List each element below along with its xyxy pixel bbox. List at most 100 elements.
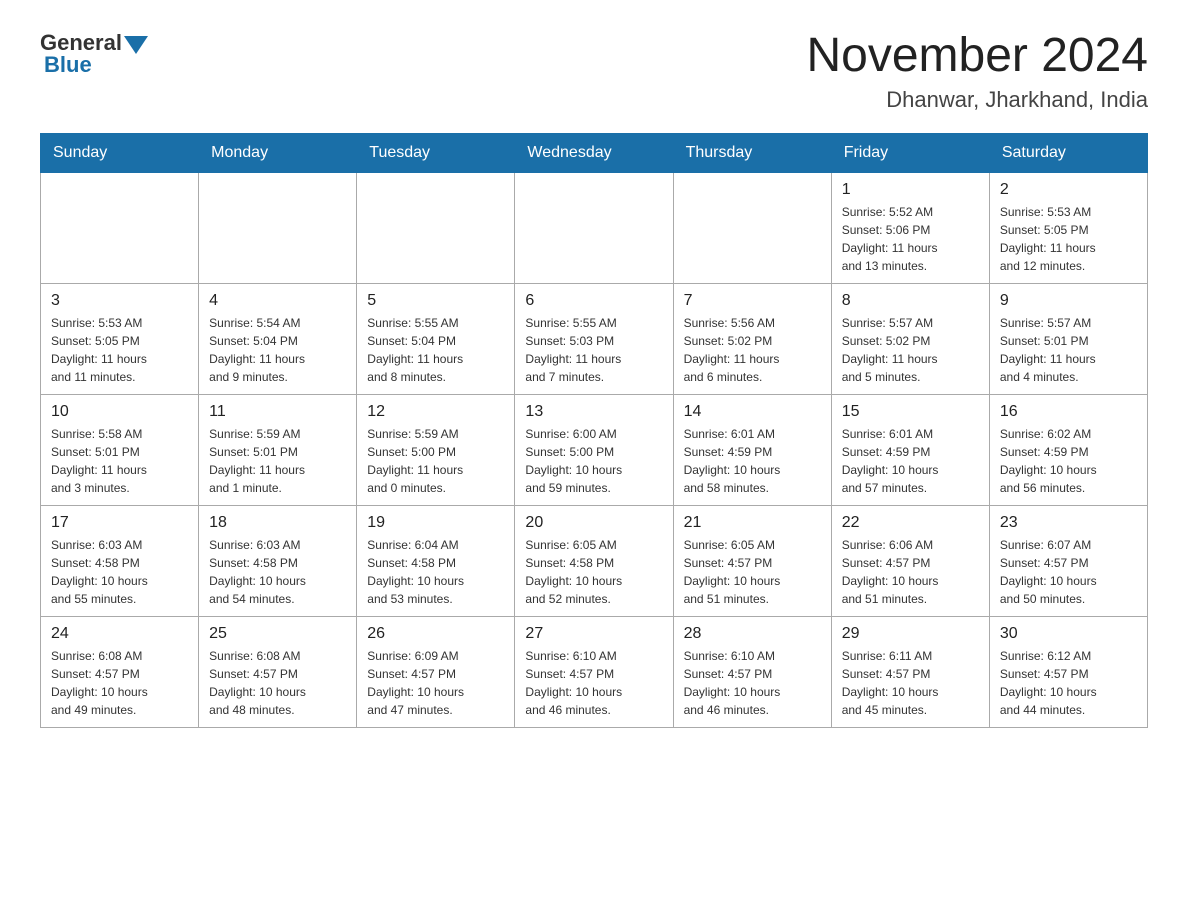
day-info: Sunrise: 6:06 AM Sunset: 4:57 PM Dayligh… <box>842 536 979 608</box>
day-info: Sunrise: 6:10 AM Sunset: 4:57 PM Dayligh… <box>525 647 662 719</box>
calendar-cell: 8 Sunrise: 5:57 AM Sunset: 5:02 PM Daylig… <box>831 283 989 394</box>
day-number: 2 <box>1000 181 1137 199</box>
day-info: Sunrise: 5:56 AM Sunset: 5:02 PM Dayligh… <box>684 314 821 386</box>
calendar-cell: 3Sunrise: 5:53 AM Sunset: 5:05 PM Daylig… <box>41 283 199 394</box>
calendar-cell: 12 Sunrise: 5:59 AM Sunset: 5:00 PM Dayli… <box>357 394 515 505</box>
calendar-cell <box>41 172 199 283</box>
calendar-cell: 28 Sunrise: 6:10 AM Sunset: 4:57 PM Dayli… <box>673 616 831 727</box>
calendar-cell <box>199 172 357 283</box>
day-number: 22 <box>842 514 979 532</box>
day-info: Sunrise: 5:57 AM Sunset: 5:01 PM Dayligh… <box>1000 314 1137 386</box>
day-number: 30 <box>1000 625 1137 643</box>
calendar-cell: 19Sunrise: 6:04 AM Sunset: 4:58 PM Dayli… <box>357 505 515 616</box>
calendar-cell: 15 Sunrise: 6:01 AM Sunset: 4:59 PM Dayli… <box>831 394 989 505</box>
day-number: 8 <box>842 292 979 310</box>
calendar-cell: 11Sunrise: 5:59 AM Sunset: 5:01 PM Dayli… <box>199 394 357 505</box>
day-info: Sunrise: 5:59 AM Sunset: 5:01 PM Dayligh… <box>209 425 346 497</box>
day-info: Sunrise: 6:11 AM Sunset: 4:57 PM Dayligh… <box>842 647 979 719</box>
calendar-cell: 24 Sunrise: 6:08 AM Sunset: 4:57 PM Dayli… <box>41 616 199 727</box>
calendar-cell: 29Sunrise: 6:11 AM Sunset: 4:57 PM Dayli… <box>831 616 989 727</box>
day-info: Sunrise: 6:05 AM Sunset: 4:57 PM Dayligh… <box>684 536 821 608</box>
calendar-cell: 22 Sunrise: 6:06 AM Sunset: 4:57 PM Dayli… <box>831 505 989 616</box>
day-info: Sunrise: 6:04 AM Sunset: 4:58 PM Dayligh… <box>367 536 504 608</box>
calendar-cell: 26 Sunrise: 6:09 AM Sunset: 4:57 PM Dayli… <box>357 616 515 727</box>
day-info: Sunrise: 6:07 AM Sunset: 4:57 PM Dayligh… <box>1000 536 1137 608</box>
calendar-cell: 16 Sunrise: 6:02 AM Sunset: 4:59 PM Dayli… <box>989 394 1147 505</box>
day-header-wednesday: Wednesday <box>515 133 673 172</box>
day-number: 26 <box>367 625 504 643</box>
day-number: 7 <box>684 292 821 310</box>
day-info: Sunrise: 6:03 AM Sunset: 4:58 PM Dayligh… <box>209 536 346 608</box>
calendar-cell: 13Sunrise: 6:00 AM Sunset: 5:00 PM Dayli… <box>515 394 673 505</box>
day-header-thursday: Thursday <box>673 133 831 172</box>
logo-arrow-icon <box>124 36 148 54</box>
day-header-monday: Monday <box>199 133 357 172</box>
day-number: 28 <box>684 625 821 643</box>
day-info: Sunrise: 6:03 AM Sunset: 4:58 PM Dayligh… <box>51 536 188 608</box>
calendar-cell: 17 Sunrise: 6:03 AM Sunset: 4:58 PM Dayli… <box>41 505 199 616</box>
day-number: 1 <box>842 181 979 199</box>
calendar-cell: 5 Sunrise: 5:55 AM Sunset: 5:04 PM Daylig… <box>357 283 515 394</box>
day-header-sunday: Sunday <box>41 133 199 172</box>
day-number: 14 <box>684 403 821 421</box>
day-info: Sunrise: 5:59 AM Sunset: 5:00 PM Dayligh… <box>367 425 504 497</box>
day-info: Sunrise: 6:05 AM Sunset: 4:58 PM Dayligh… <box>525 536 662 608</box>
calendar-cell: 18 Sunrise: 6:03 AM Sunset: 4:58 PM Dayli… <box>199 505 357 616</box>
day-number: 6 <box>525 292 662 310</box>
calendar-cell <box>357 172 515 283</box>
calendar-cell: 7 Sunrise: 5:56 AM Sunset: 5:02 PM Daylig… <box>673 283 831 394</box>
calendar-cell: 30 Sunrise: 6:12 AM Sunset: 4:57 PM Dayli… <box>989 616 1147 727</box>
day-info: Sunrise: 5:55 AM Sunset: 5:04 PM Dayligh… <box>367 314 504 386</box>
day-info: Sunrise: 6:09 AM Sunset: 4:57 PM Dayligh… <box>367 647 504 719</box>
calendar-week-row: 17 Sunrise: 6:03 AM Sunset: 4:58 PM Dayli… <box>41 505 1148 616</box>
day-number: 17 <box>51 514 188 532</box>
day-info: Sunrise: 6:02 AM Sunset: 4:59 PM Dayligh… <box>1000 425 1137 497</box>
day-number: 12 <box>367 403 504 421</box>
calendar-cell: 23 Sunrise: 6:07 AM Sunset: 4:57 PM Dayli… <box>989 505 1147 616</box>
calendar-week-row: 10 Sunrise: 5:58 AM Sunset: 5:01 PM Dayli… <box>41 394 1148 505</box>
day-info: Sunrise: 6:00 AM Sunset: 5:00 PM Dayligh… <box>525 425 662 497</box>
day-number: 21 <box>684 514 821 532</box>
day-number: 5 <box>367 292 504 310</box>
calendar-header-row: SundayMondayTuesdayWednesdayThursdayFrid… <box>41 133 1148 172</box>
day-info: Sunrise: 6:08 AM Sunset: 4:57 PM Dayligh… <box>209 647 346 719</box>
calendar-table: SundayMondayTuesdayWednesdayThursdayFrid… <box>40 133 1148 728</box>
day-info: Sunrise: 6:10 AM Sunset: 4:57 PM Dayligh… <box>684 647 821 719</box>
logo-blue-text: Blue <box>44 52 92 78</box>
calendar-cell: 27 Sunrise: 6:10 AM Sunset: 4:57 PM Dayli… <box>515 616 673 727</box>
calendar-cell: 21 Sunrise: 6:05 AM Sunset: 4:57 PM Dayli… <box>673 505 831 616</box>
day-number: 23 <box>1000 514 1137 532</box>
day-info: Sunrise: 6:01 AM Sunset: 4:59 PM Dayligh… <box>684 425 821 497</box>
day-number: 10 <box>51 403 188 421</box>
day-info: Sunrise: 5:58 AM Sunset: 5:01 PM Dayligh… <box>51 425 188 497</box>
day-header-tuesday: Tuesday <box>357 133 515 172</box>
day-header-friday: Friday <box>831 133 989 172</box>
day-info: Sunrise: 5:52 AM Sunset: 5:06 PM Dayligh… <box>842 203 979 275</box>
calendar-cell: 4 Sunrise: 5:54 AM Sunset: 5:04 PM Daylig… <box>199 283 357 394</box>
calendar-cell: 14 Sunrise: 6:01 AM Sunset: 4:59 PM Dayli… <box>673 394 831 505</box>
day-number: 24 <box>51 625 188 643</box>
day-number: 4 <box>209 292 346 310</box>
day-info: Sunrise: 6:12 AM Sunset: 4:57 PM Dayligh… <box>1000 647 1137 719</box>
day-number: 25 <box>209 625 346 643</box>
calendar-week-row: 3Sunrise: 5:53 AM Sunset: 5:05 PM Daylig… <box>41 283 1148 394</box>
day-info: Sunrise: 5:54 AM Sunset: 5:04 PM Dayligh… <box>209 314 346 386</box>
calendar-week-row: 24 Sunrise: 6:08 AM Sunset: 4:57 PM Dayli… <box>41 616 1148 727</box>
day-number: 27 <box>525 625 662 643</box>
location-subtitle: Dhanwar, Jharkhand, India <box>806 87 1148 113</box>
page-header: General Blue November 2024 Dhanwar, Jhar… <box>40 30 1148 113</box>
day-number: 9 <box>1000 292 1137 310</box>
calendar-cell: 1 Sunrise: 5:52 AM Sunset: 5:06 PM Daylig… <box>831 172 989 283</box>
calendar-cell <box>673 172 831 283</box>
day-number: 15 <box>842 403 979 421</box>
day-number: 18 <box>209 514 346 532</box>
logo: General Blue <box>40 30 150 78</box>
day-info: Sunrise: 5:57 AM Sunset: 5:02 PM Dayligh… <box>842 314 979 386</box>
day-info: Sunrise: 5:55 AM Sunset: 5:03 PM Dayligh… <box>525 314 662 386</box>
day-info: Sunrise: 6:08 AM Sunset: 4:57 PM Dayligh… <box>51 647 188 719</box>
day-number: 16 <box>1000 403 1137 421</box>
calendar-cell: 10 Sunrise: 5:58 AM Sunset: 5:01 PM Dayli… <box>41 394 199 505</box>
calendar-cell: 9 Sunrise: 5:57 AM Sunset: 5:01 PM Daylig… <box>989 283 1147 394</box>
day-number: 3 <box>51 292 188 310</box>
day-info: Sunrise: 6:01 AM Sunset: 4:59 PM Dayligh… <box>842 425 979 497</box>
